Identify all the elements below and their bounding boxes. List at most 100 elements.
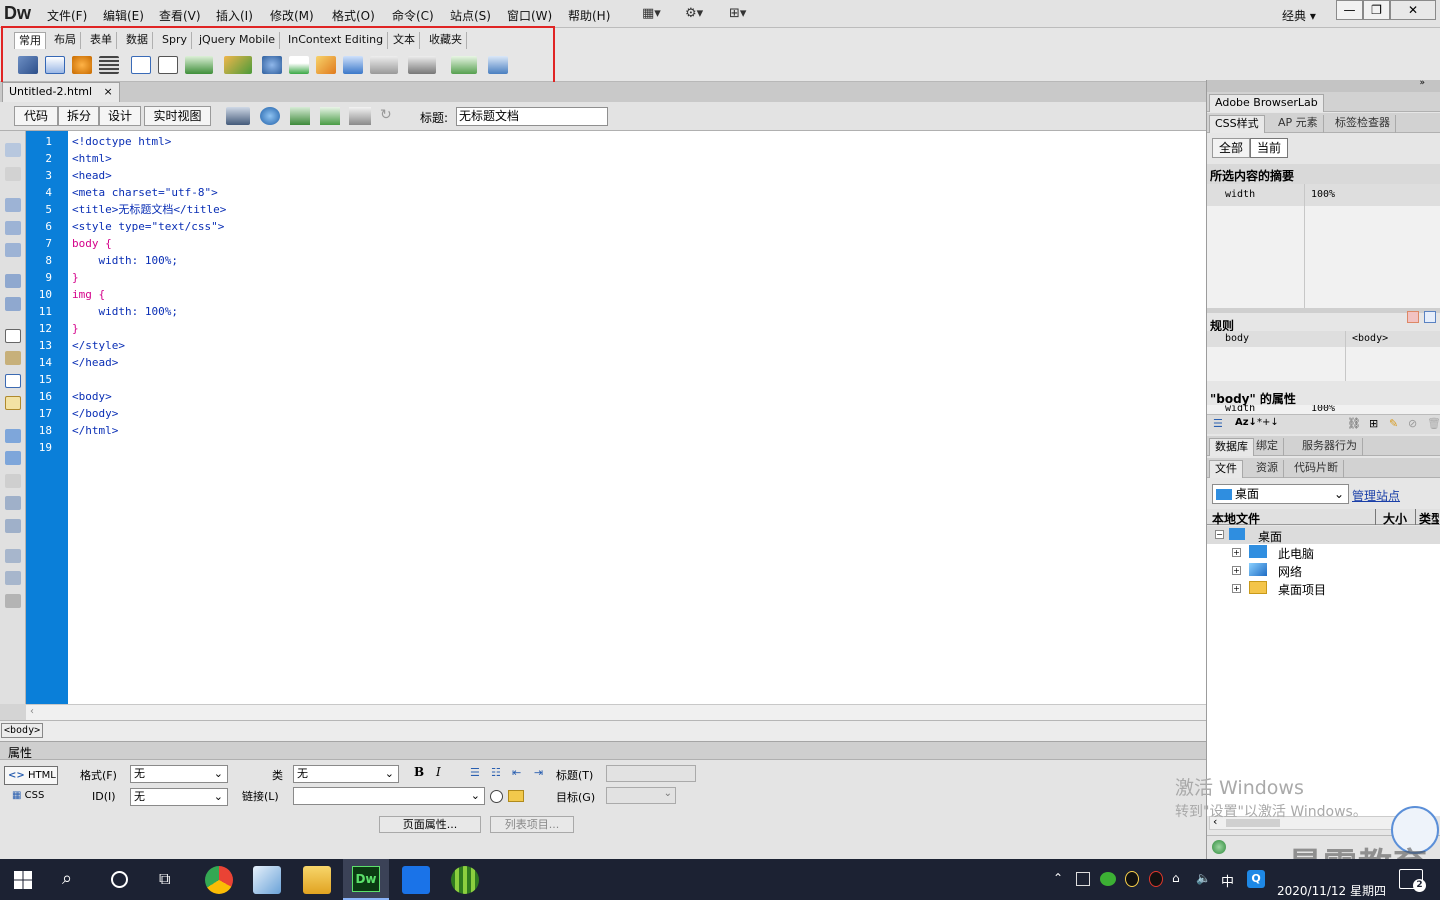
cortana-icon[interactable] — [111, 871, 128, 888]
format-source-code-icon[interactable] — [5, 594, 21, 608]
file-explorer-icon[interactable] — [303, 866, 331, 894]
notepad-icon[interactable] — [253, 866, 281, 894]
tab-bindings[interactable]: 绑定 — [1251, 438, 1284, 456]
mode-current-button[interactable]: 当前 — [1250, 138, 1288, 158]
taskbar-active-app[interactable]: Dw — [343, 859, 389, 900]
site-menu-icon[interactable]: ⊞▾ — [729, 6, 746, 21]
search-icon[interactable]: ⌕ — [62, 868, 72, 889]
show-code-navigator-icon[interactable] — [5, 167, 21, 181]
task-view-icon[interactable]: ⧉ — [159, 869, 170, 889]
panel-splitter[interactable] — [1207, 308, 1440, 313]
manage-sites-link[interactable]: 管理站点 — [1352, 487, 1400, 504]
design-view-button[interactable]: 设计 — [99, 106, 141, 126]
tag-selector-body[interactable]: <body> — [1, 723, 44, 738]
col-size[interactable]: 大小 — [1383, 510, 1407, 527]
expand-icon[interactable]: + — [1232, 584, 1241, 593]
apply-comment-icon[interactable] — [5, 429, 21, 443]
menu-help[interactable]: 帮助(H) — [568, 7, 610, 24]
menu-format[interactable]: 格式(O) — [332, 7, 375, 24]
outdent-code-icon[interactable] — [5, 571, 21, 585]
open-documents-icon[interactable] — [5, 143, 21, 157]
document-title-input[interactable]: 无标题文档 — [456, 107, 608, 126]
expand-icon[interactable]: + — [1232, 548, 1241, 557]
menu-site[interactable]: 站点(S) — [450, 7, 491, 24]
class-select[interactable]: 无 ⌄ — [293, 765, 399, 783]
delete-rule-icon[interactable]: 🗑 — [1427, 417, 1440, 430]
indent-code-icon[interactable] — [5, 549, 21, 563]
menu-window[interactable]: 窗口(W) — [507, 7, 552, 24]
tab-files[interactable]: 文件 — [1209, 460, 1243, 478]
select-parent-tag-icon[interactable] — [5, 274, 21, 288]
attach-stylesheet-icon[interactable]: ⛓ — [1347, 417, 1361, 430]
browserlab-tab[interactable]: Adobe BrowserLab — [1209, 94, 1324, 112]
live-view-button[interactable]: 实时视图 — [144, 106, 211, 126]
wps-icon[interactable] — [402, 866, 430, 894]
italic-button[interactable]: I — [436, 765, 441, 779]
html-mode-button[interactable]: <> HTML — [4, 766, 58, 785]
scroll-left-icon[interactable]: ‹ — [30, 706, 34, 717]
qq-icon[interactable] — [1125, 871, 1139, 887]
code-view-button[interactable]: 代码 — [14, 106, 58, 126]
refresh-icon[interactable]: ↻ — [380, 107, 396, 125]
qq-icon-2[interactable] — [1149, 871, 1163, 887]
balance-braces-icon[interactable] — [5, 297, 21, 311]
show-hidden-icons[interactable]: ⌃ — [1053, 871, 1063, 885]
document-tab[interactable]: Untitled-2.html × — [2, 82, 120, 102]
browse-folder-icon[interactable] — [508, 790, 524, 802]
close-button[interactable]: ✕ — [1390, 0, 1436, 20]
collapse-tag-icon[interactable] — [5, 198, 21, 212]
link-input[interactable]: ⌄ — [293, 787, 485, 805]
qq-browser-icon[interactable]: Q — [1247, 870, 1265, 888]
indent-icon[interactable]: ⇥ — [534, 766, 543, 779]
move-css-icon[interactable] — [5, 519, 21, 533]
tree-item-this-pc[interactable]: 此电脑 — [1278, 545, 1314, 562]
bold-button[interactable]: B — [414, 765, 424, 779]
tab-ap-elements[interactable]: AP 元素 — [1273, 115, 1324, 133]
panel-dock-header[interactable]: » — [1207, 78, 1440, 92]
menu-insert[interactable]: 插入(I) — [216, 7, 253, 24]
list-item-button[interactable]: 列表项目... — [490, 816, 574, 833]
remove-comment-icon[interactable] — [5, 451, 21, 465]
file-management-icon[interactable] — [290, 107, 310, 125]
wrap-tag-icon[interactable] — [5, 474, 21, 488]
code-editor[interactable]: <!doctype html> <html> <head> <meta char… — [68, 131, 1206, 704]
highlight-invalid-code-icon[interactable] — [5, 351, 21, 365]
layout-menu-icon[interactable]: ▦▾ — [642, 6, 661, 21]
new-css-rule-icon[interactable]: ⊞ — [1369, 417, 1378, 430]
minimize-button[interactable]: — — [1336, 0, 1363, 20]
tab-databases[interactable]: 数据库 — [1209, 438, 1254, 456]
watermelon-app-icon[interactable] — [451, 866, 479, 894]
collapse-panels-icon[interactable]: » — [1419, 78, 1425, 88]
menu-file[interactable]: 文件(F) — [47, 7, 87, 24]
col-type[interactable]: 类型 — [1419, 510, 1439, 527]
set-properties-icon[interactable]: *+↓ — [1257, 417, 1279, 428]
page-properties-button[interactable]: 页面属性... — [379, 816, 481, 833]
ordered-list-icon[interactable]: ☷ — [491, 766, 501, 779]
mode-all-button[interactable]: 全部 — [1212, 138, 1250, 158]
recent-snippets-icon[interactable] — [5, 496, 21, 510]
gear-icon[interactable]: ⚙▾ — [685, 6, 703, 21]
tab-tag-inspector[interactable]: 标签检查器 — [1330, 115, 1396, 133]
collapse-selection-icon[interactable] — [5, 221, 21, 235]
disable-property-icon[interactable]: ⊘ — [1408, 417, 1417, 430]
tab-assets[interactable]: 资源 — [1251, 460, 1284, 478]
syntax-coloring-icon[interactable] — [5, 396, 21, 410]
category-view-icon[interactable]: ☰ — [1213, 417, 1223, 430]
col-local-files[interactable]: 本地文件 — [1212, 510, 1260, 527]
about-view-icon[interactable] — [1424, 311, 1436, 323]
notification-icon[interactable]: 2 — [1399, 869, 1426, 892]
workspace-switcher[interactable]: 经典 ▾ — [1282, 7, 1316, 24]
menu-view[interactable]: 查看(V) — [159, 7, 201, 24]
menu-commands[interactable]: 命令(C) — [392, 7, 434, 24]
tree-item-desktop[interactable]: 桌面 — [1258, 528, 1282, 545]
expand-all-icon[interactable] — [5, 243, 21, 257]
line-numbers-icon[interactable] — [5, 329, 21, 343]
css-mode-button[interactable]: ▦ CSS — [12, 790, 44, 801]
tab-close-icon[interactable]: × — [104, 85, 113, 98]
edit-rule-icon[interactable]: ✎ — [1389, 417, 1398, 430]
tray-icon[interactable] — [1076, 872, 1090, 886]
expand-icon[interactable]: + — [1232, 566, 1241, 575]
unordered-list-icon[interactable]: ☰ — [470, 766, 480, 779]
collapse-icon[interactable]: − — [1215, 530, 1224, 539]
alphabetical-view-icon[interactable]: Az↓ — [1235, 417, 1257, 428]
